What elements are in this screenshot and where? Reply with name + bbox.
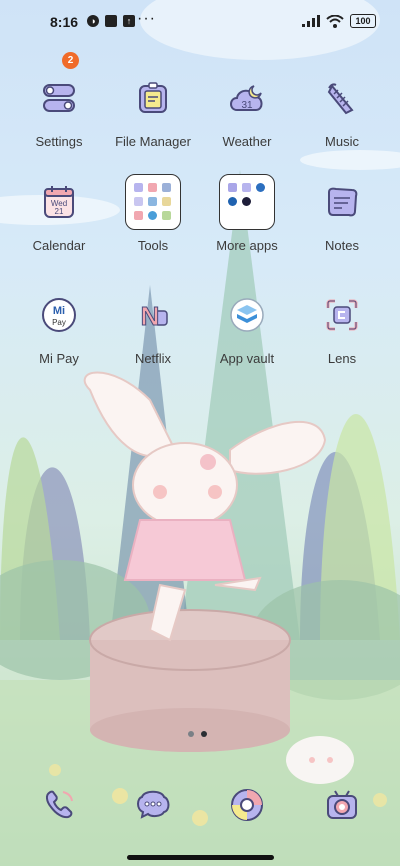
page-indicator[interactable] xyxy=(188,731,207,737)
app-label: Settings xyxy=(35,134,83,149)
lens-scan-icon xyxy=(312,285,372,345)
square-icon xyxy=(105,15,117,27)
folder-tools[interactable]: Tools xyxy=(103,172,203,253)
dock-messages[interactable] xyxy=(103,775,203,835)
phone-icon xyxy=(29,775,89,835)
status-right: 100 xyxy=(302,14,376,28)
more-dots-icon: ··· xyxy=(137,10,156,27)
dock-browser[interactable] xyxy=(197,775,297,835)
status-bar: 8:16 ◑ ↑ ··· 100 xyxy=(0,0,400,44)
file-manager-icon xyxy=(123,68,183,128)
app-label: More apps xyxy=(216,238,278,253)
status-notification-icons: ◑ ↑ xyxy=(87,15,135,27)
music-lyre-icon xyxy=(312,68,372,128)
app-label: Tools xyxy=(137,238,169,253)
upload-icon: ↑ xyxy=(123,15,135,27)
tools-folder xyxy=(123,172,183,232)
wifi-icon xyxy=(326,14,344,28)
mi-pay-pay: Pay xyxy=(52,318,66,327)
page-dot[interactable] xyxy=(188,731,194,737)
app-lens[interactable]: Lens xyxy=(292,285,392,366)
weather-icon-number: 31 xyxy=(241,100,253,111)
settings-toggle-icon: 2 xyxy=(29,52,89,128)
netflix-letter: N xyxy=(141,301,160,331)
app-mi-pay[interactable]: Mi Pay Mi Pay xyxy=(9,285,109,366)
calendar-date: 21 xyxy=(55,207,64,216)
app-label: Lens xyxy=(327,351,357,366)
app-vault-icon xyxy=(217,285,277,345)
home-screen: 8:16 ◑ ↑ ··· 100 2 Settings File Manager… xyxy=(0,0,400,866)
browser-icon xyxy=(217,775,277,835)
mi-pay-mi: Mi xyxy=(53,305,65,317)
folder-more-apps[interactable]: More apps xyxy=(197,172,297,253)
app-label: Mi Pay xyxy=(39,351,79,366)
app-label: Music xyxy=(325,134,359,149)
messages-icon xyxy=(123,775,183,835)
notification-badge: 2 xyxy=(62,52,79,69)
pixel-icon: ◑ xyxy=(87,15,99,27)
notes-icon xyxy=(312,172,372,232)
app-label: File Manager xyxy=(115,134,191,149)
app-label: Netflix xyxy=(134,351,172,366)
app-netflix[interactable]: N Netflix xyxy=(103,285,203,367)
app-music[interactable]: Music xyxy=(292,68,392,149)
battery-icon: 100 xyxy=(350,14,376,28)
app-file-manager[interactable]: File Manager xyxy=(103,68,203,149)
app-notes[interactable]: Notes xyxy=(292,172,392,253)
calendar-icon: Wed 21 xyxy=(29,172,89,232)
more-apps-folder xyxy=(217,172,277,232)
app-app-vault[interactable]: App vault xyxy=(197,285,297,366)
app-label: App vault xyxy=(219,351,275,366)
app-label: Weather xyxy=(222,134,272,149)
dock-camera[interactable] xyxy=(292,775,392,835)
app-label: Notes xyxy=(325,238,359,253)
mi-pay-icon: Mi Pay xyxy=(29,285,89,345)
home-gesture-bar[interactable] xyxy=(127,855,274,860)
status-time: 8:16 xyxy=(50,14,79,30)
netflix-icon: N xyxy=(123,285,183,345)
signal-icon xyxy=(302,15,320,27)
page-dot-active[interactable] xyxy=(201,731,207,737)
weather-cloud-moon-icon: 31 xyxy=(217,68,277,128)
app-calendar[interactable]: Wed 21 Calendar xyxy=(9,172,109,253)
camera-icon xyxy=(312,775,372,835)
app-label: Calendar xyxy=(32,238,86,253)
dock-phone[interactable] xyxy=(9,775,109,835)
app-settings[interactable]: 2 Settings xyxy=(9,52,109,149)
app-weather[interactable]: 31 Weather xyxy=(197,68,297,149)
